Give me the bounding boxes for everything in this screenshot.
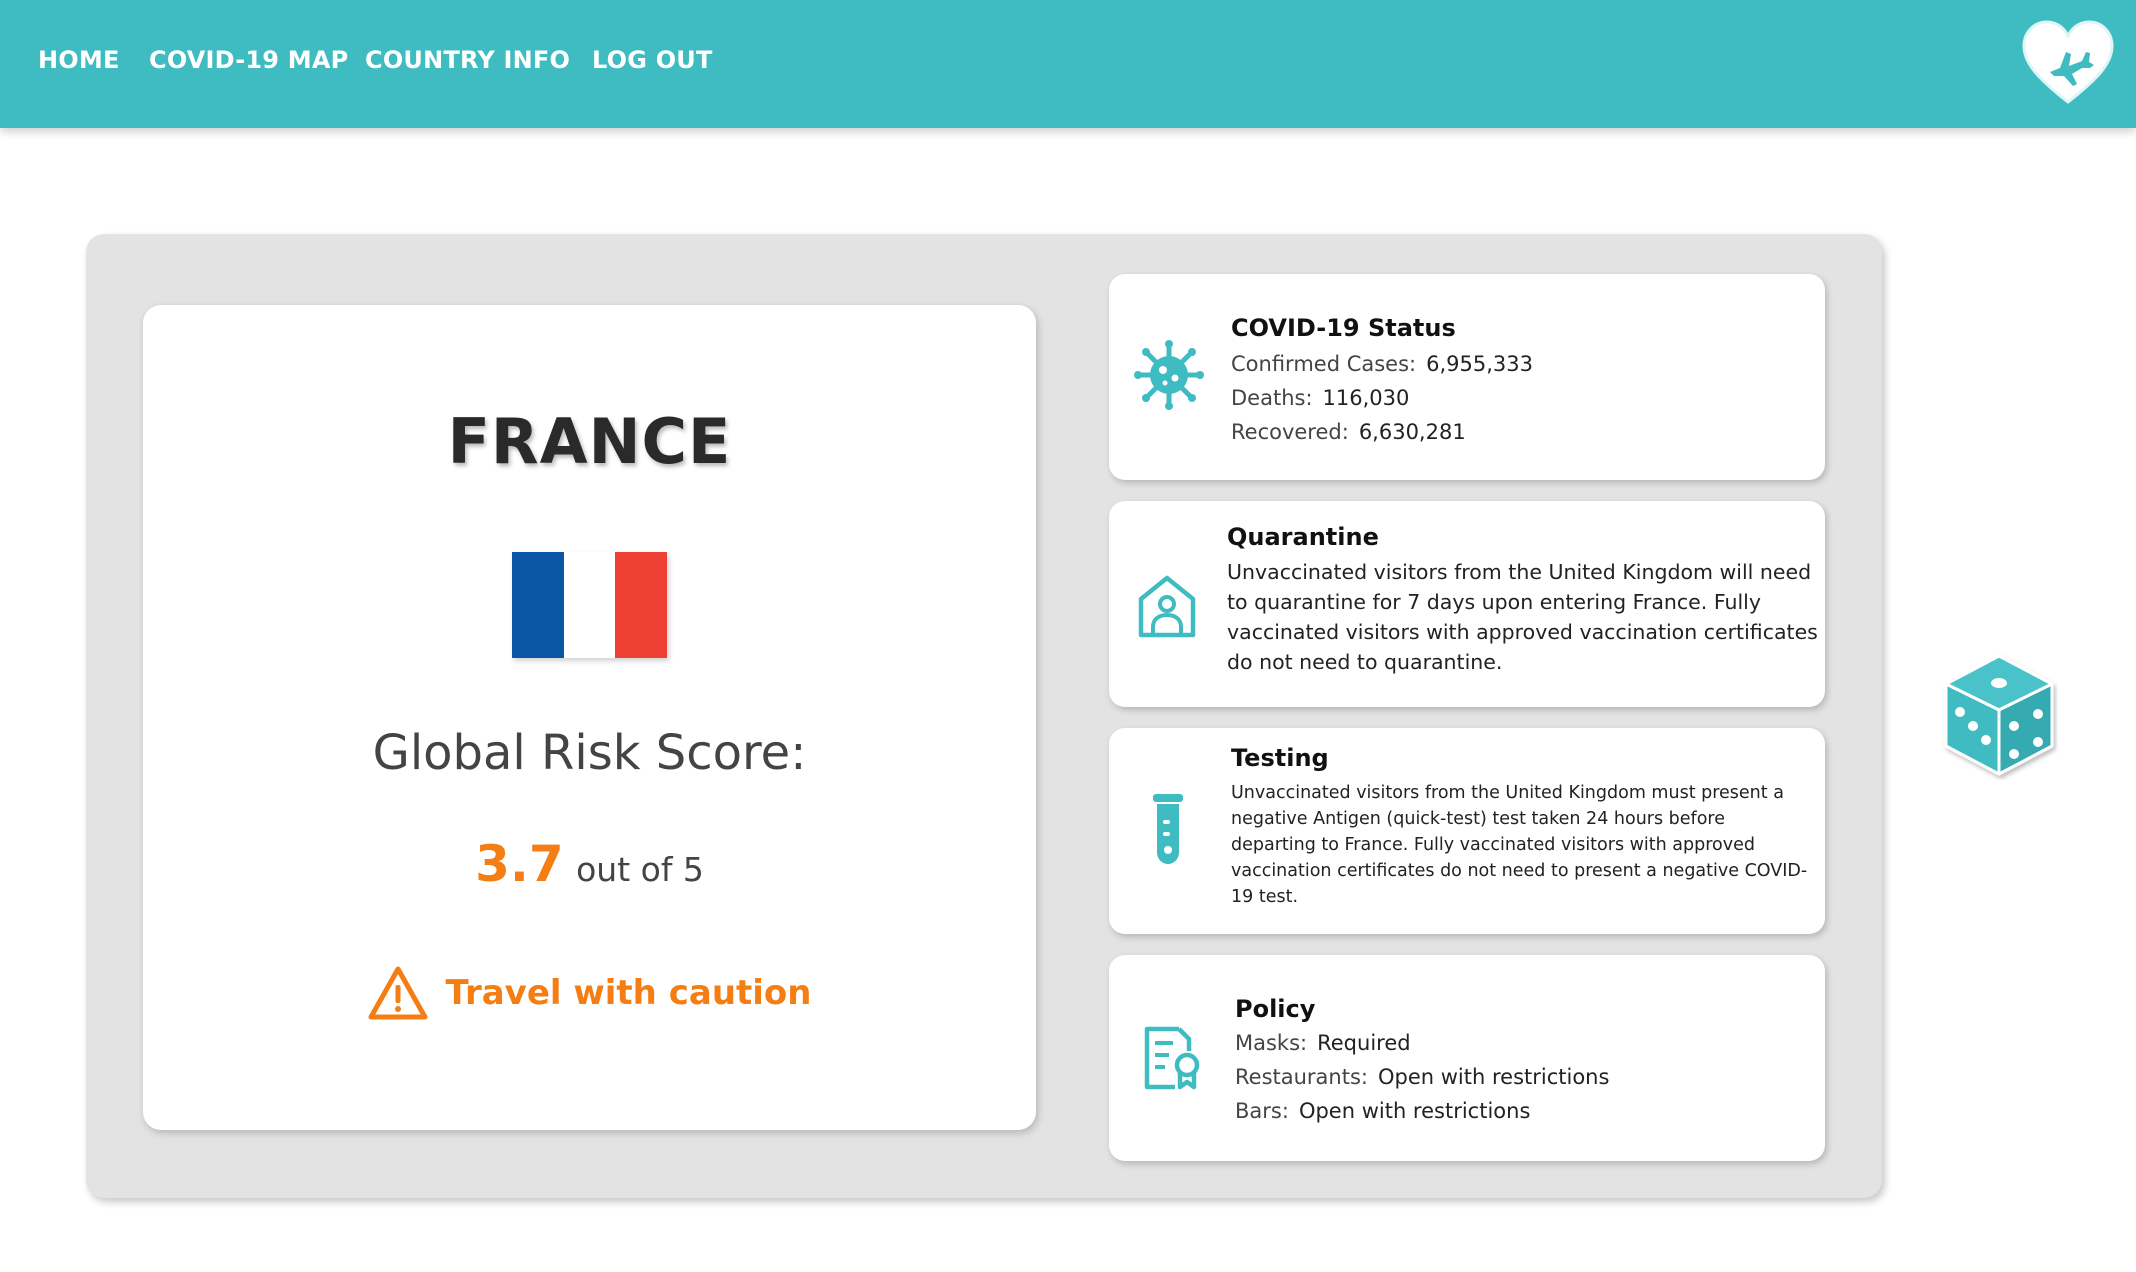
testing-title: Testing xyxy=(1231,744,1329,772)
confirmed-cases-row: Confirmed Cases: 6,955,333 xyxy=(1231,352,1533,376)
testing-line: vaccination certificates do not need to … xyxy=(1231,861,1808,881)
deaths-row: Deaths: 116,030 xyxy=(1231,386,1409,410)
quarantine-line: do not need to quarantine. xyxy=(1227,650,1503,674)
bars-value: Open with restrictions xyxy=(1298,1099,1531,1123)
masks-label: Masks: xyxy=(1235,1031,1308,1055)
covid-status-card: COVID-19 Status Confirmed Cases: 6,955,33… xyxy=(1109,274,1825,480)
test-tube-icon xyxy=(1153,794,1183,864)
quarantine-title: Quarantine xyxy=(1227,523,1379,551)
nav-logout-link[interactable]: LOG OUT xyxy=(592,46,713,74)
travel-advice: Travel with caution xyxy=(143,965,1036,1021)
heart-plane-icon[interactable] xyxy=(2020,18,2116,108)
travel-advice-text: Travel with caution xyxy=(445,973,812,1013)
restaurants-value: Open with restrictions xyxy=(1377,1065,1610,1089)
dice-icon[interactable] xyxy=(1940,652,2058,780)
policy-card: Policy Masks: Required Restaurants: Open w… xyxy=(1109,955,1825,1161)
warning-icon xyxy=(368,966,428,1020)
nav-home-link[interactable]: HOME xyxy=(38,46,120,74)
recovered-label: Recovered: xyxy=(1231,420,1349,444)
nav-covid-map-link[interactable]: COVID-19 MAP xyxy=(149,46,348,74)
testing-line: departing to France. Fully vaccinated vi… xyxy=(1231,835,1756,855)
house-person-icon xyxy=(1138,575,1196,638)
testing-line: Unvaccinated visitors from the United Ki… xyxy=(1231,783,1784,803)
testing-line: 19 test. xyxy=(1231,887,1299,907)
quarantine-card: Quarantine Unvaccinated visitors from th… xyxy=(1109,501,1825,707)
risk-score-suffix: out of 5 xyxy=(576,850,704,889)
bars-label: Bars: xyxy=(1235,1099,1289,1123)
recovered-value: 6,630,281 xyxy=(1358,420,1466,444)
deaths-label: Deaths: xyxy=(1231,386,1313,410)
confirmed-cases-label: Confirmed Cases: xyxy=(1231,352,1417,376)
risk-score-label: Global Risk Score: xyxy=(372,725,807,781)
risk-score: 3.7 out of 5 xyxy=(143,835,1036,893)
nav-country-info-link[interactable]: COUNTRY INFO xyxy=(365,46,570,74)
deaths-value: 116,030 xyxy=(1322,386,1410,410)
country-name: FRANCE xyxy=(447,405,732,478)
masks-row: Masks: Required xyxy=(1235,1031,1411,1055)
certificate-icon xyxy=(1144,1026,1200,1090)
virus-icon xyxy=(1134,340,1204,410)
quarantine-text: Unvaccinated visitors from the United Ki… xyxy=(1227,557,1818,677)
testing-card: Testing Unvaccinated visitors from the U… xyxy=(1109,728,1825,934)
quarantine-line: vaccinated visitors with approved vaccin… xyxy=(1227,620,1818,644)
restaurants-row: Restaurants: Open with restrictions xyxy=(1235,1065,1609,1089)
quarantine-line: Unvaccinated visitors from the United Ki… xyxy=(1227,560,1812,584)
top-navbar: HOME COVID-19 MAP COUNTRY INFO LOG OUT xyxy=(0,0,2136,128)
testing-line: negative Antigen (quick-test) test taken… xyxy=(1231,809,1725,829)
policy-title: Policy xyxy=(1235,995,1316,1023)
risk-score-value: 3.7 xyxy=(475,835,564,893)
confirmed-cases-value: 6,955,333 xyxy=(1426,352,1533,376)
restaurants-label: Restaurants: xyxy=(1235,1065,1368,1089)
recovered-row: Recovered: 6,630,281 xyxy=(1231,420,1466,444)
bars-row: Bars: Open with restrictions xyxy=(1235,1099,1530,1123)
testing-text: Unvaccinated visitors from the United Ki… xyxy=(1231,780,1807,910)
country-flag xyxy=(512,552,668,658)
quarantine-line: to quarantine for 7 days upon entering F… xyxy=(1227,590,1762,614)
country-card: FRANCE Global Risk Score: 3.7 out of 5 T… xyxy=(143,305,1036,1130)
covid-status-title: COVID-19 Status xyxy=(1231,314,1456,342)
masks-value: Required xyxy=(1317,1031,1411,1055)
